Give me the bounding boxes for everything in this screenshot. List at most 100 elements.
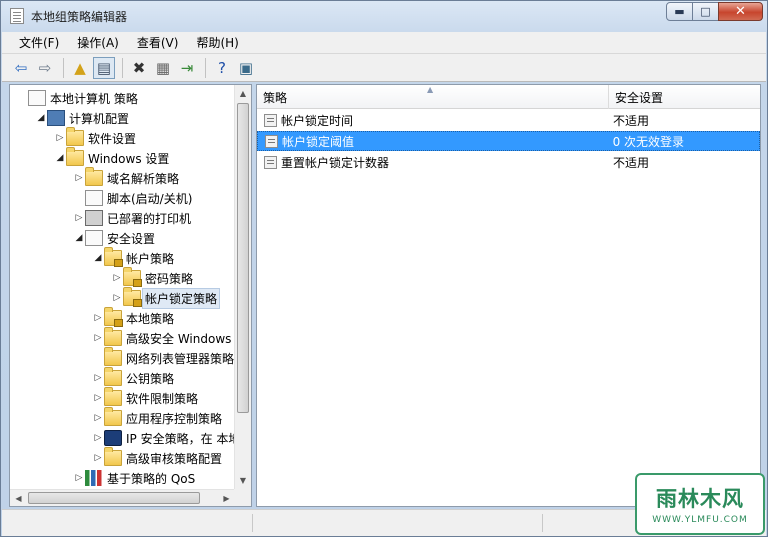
security-setting-value: 0 次无效登录 — [612, 134, 685, 149]
expand-arrow-icon[interactable]: ▷ — [111, 273, 123, 283]
help-icon[interactable]: ? — [211, 57, 233, 79]
expand-arrow-icon[interactable]: ▷ — [54, 133, 66, 143]
expand-arrow-icon[interactable]: ▷ — [73, 473, 85, 483]
tree-node-label: 密码策略 — [145, 271, 194, 286]
minimize-button[interactable]: ▬ — [666, 2, 693, 21]
tree-node[interactable]: ▷ 高级审核策略配置 — [92, 447, 222, 468]
collapse-arrow-icon[interactable]: ◢ — [35, 113, 47, 123]
properties-icon[interactable]: ▦ — [152, 57, 174, 79]
ip-security-icon — [104, 430, 122, 446]
collapse-arrow-icon[interactable]: ◢ — [54, 153, 66, 163]
forward-icon[interactable]: ⇨ — [34, 57, 56, 79]
toolbar: ⇦ ⇨ ▲ ▤ ✖ ▦ ⇥? ▣ — [2, 54, 766, 82]
expand-arrow-icon[interactable]: ▷ — [92, 373, 104, 383]
tree-node[interactable]: 本地计算机 策略 — [16, 88, 138, 108]
delete-icon[interactable]: ✖ — [128, 57, 150, 79]
tree-node[interactable]: ▷ 高级安全 Windows 防 — [92, 327, 235, 348]
expand-arrow-icon[interactable]: ▷ — [92, 453, 104, 463]
scroll-down-icon[interactable]: ▼ — [235, 472, 251, 489]
tree-node-label: 本地计算机 策略 — [50, 91, 138, 106]
tree-node-label: IP 安全策略，在 本地计 — [126, 431, 235, 446]
console-tree: 本地计算机 策略 ◢ 计算机配置 ▷ 软件设置 ◢ Windows 设置 ▷ 域名解析策略 脚本(… — [10, 85, 235, 489]
folder-icon — [66, 127, 84, 146]
show-hide-tree-icon[interactable]: ▤ — [93, 56, 115, 79]
tree-node[interactable]: ▷ 应用程序控制策略 — [92, 407, 222, 428]
expand-arrow-icon[interactable]: ▷ — [92, 333, 104, 343]
policy-name: 帐户锁定阈值 — [282, 134, 355, 149]
locked-folder-icon — [123, 287, 142, 307]
tree-node[interactable]: ▷ 软件限制策略 — [92, 387, 199, 408]
menu-action[interactable]: 操作(A) — [68, 34, 128, 51]
tree-horizontal-scrollbar[interactable]: ◀ ▶ — [10, 489, 235, 506]
tree-node-label: 软件设置 — [88, 131, 137, 146]
tree-vertical-scrollbar[interactable]: ▲ ▼ — [234, 85, 251, 489]
status-separator — [542, 514, 543, 532]
folder-icon — [66, 147, 84, 166]
expand-arrow-icon[interactable]: ▷ — [92, 313, 104, 323]
title-bar[interactable]: 本地组策略编辑器 ▬ □ ✕ — [1, 1, 767, 31]
tree-node-label: 计算机配置 — [69, 111, 130, 126]
list-item[interactable]: 帐户锁定阈值 0 次无效登录 — [257, 131, 760, 151]
tree-node[interactable]: ▷ 本地策略 — [92, 307, 175, 328]
policy-name: 帐户锁定时间 — [281, 113, 354, 128]
tree-node[interactable]: ◢ Windows 设置 — [54, 147, 170, 168]
app-document-icon — [10, 8, 24, 24]
scroll-left-icon[interactable]: ◀ — [10, 490, 27, 506]
policy-name: 重置帐户锁定计数器 — [281, 155, 390, 170]
qos-chart-icon — [85, 470, 103, 486]
tree-node[interactable]: 脚本(启动/关机) — [73, 188, 192, 208]
expand-arrow-icon[interactable]: ▷ — [73, 213, 85, 223]
tree-node[interactable]: ◢ 计算机配置 — [35, 108, 129, 128]
locked-folder-icon — [123, 267, 142, 287]
column-header-policy[interactable]: 策略 ▲ — [257, 85, 609, 109]
scroll-thumb-horizontal[interactable] — [28, 492, 200, 504]
toolbar-separator — [205, 57, 206, 78]
list-item[interactable]: 帐户锁定时间 不适用 — [257, 110, 760, 130]
toolbar-separator — [122, 57, 123, 78]
tree-node-label: Windows 设置 — [88, 151, 170, 166]
collapse-arrow-icon[interactable]: ◢ — [73, 233, 85, 243]
tree-node[interactable]: ▷ 已部署的打印机 — [73, 208, 191, 228]
tree-node-label: 软件限制策略 — [126, 391, 199, 406]
tree-node[interactable]: ▷ 密码策略 — [111, 267, 194, 288]
tree-node[interactable]: ▷ IP 安全策略，在 本地计 — [92, 428, 235, 448]
export-list-icon[interactable]: ⇥ — [176, 57, 198, 79]
scroll-thumb[interactable] — [237, 103, 249, 413]
tree-node[interactable]: ◢ 安全设置 — [73, 228, 155, 248]
expand-arrow-icon[interactable]: ▷ — [73, 173, 85, 183]
locked-folder-icon — [104, 247, 123, 267]
column-header-security-setting[interactable]: 安全设置 — [609, 85, 760, 109]
console-icon[interactable]: ▣ — [235, 57, 257, 79]
tree-node[interactable]: ▷ 基于策略的 QoS — [73, 468, 195, 488]
tree-node[interactable]: ▷ 域名解析策略 — [73, 167, 179, 188]
menu-view[interactable]: 查看(V) — [128, 34, 188, 51]
tree-node-label: 本地策略 — [126, 311, 175, 326]
tree-node[interactable]: ▷ 软件设置 — [54, 127, 137, 148]
window-title: 本地组策略编辑器 — [31, 10, 128, 24]
up-folder-icon[interactable]: ▲ — [69, 57, 91, 79]
caption-buttons: ▬ □ ✕ — [666, 2, 763, 21]
security-setting-value: 不适用 — [613, 113, 650, 128]
expand-arrow-icon[interactable]: ▷ — [92, 393, 104, 403]
maximize-button[interactable]: □ — [692, 2, 719, 21]
watermark-text: 雨林木风 — [656, 487, 744, 511]
scroll-up-icon[interactable]: ▲ — [235, 85, 251, 102]
tree-node[interactable]: 网络列表管理器策略 — [92, 347, 234, 368]
policy-setting-icon — [264, 113, 277, 127]
scroll-right-icon[interactable]: ▶ — [218, 490, 235, 506]
expand-arrow-icon[interactable]: ▷ — [92, 433, 104, 443]
tree-node[interactable]: ▷ 公钥策略 — [92, 367, 174, 388]
expand-arrow-icon[interactable]: ▷ — [92, 413, 104, 423]
tree-node[interactable]: ◢ 帐户策略 — [92, 247, 174, 268]
menu-file[interactable]: 文件(F) — [2, 34, 68, 51]
tree-node-label: 安全设置 — [107, 231, 156, 246]
expand-arrow-icon[interactable]: ▷ — [111, 293, 123, 303]
collapse-arrow-icon[interactable]: ◢ — [92, 253, 104, 263]
tree-node[interactable]: ▷ 帐户锁定策略 — [111, 287, 221, 309]
menu-help[interactable]: 帮助(H) — [187, 34, 247, 51]
close-button[interactable]: ✕ — [718, 2, 763, 21]
back-icon[interactable]: ⇦ — [10, 57, 32, 79]
list-item[interactable]: 重置帐户锁定计数器 不适用 — [257, 152, 760, 172]
folder-icon — [104, 347, 122, 366]
sort-ascending-icon: ▲ — [427, 85, 434, 94]
